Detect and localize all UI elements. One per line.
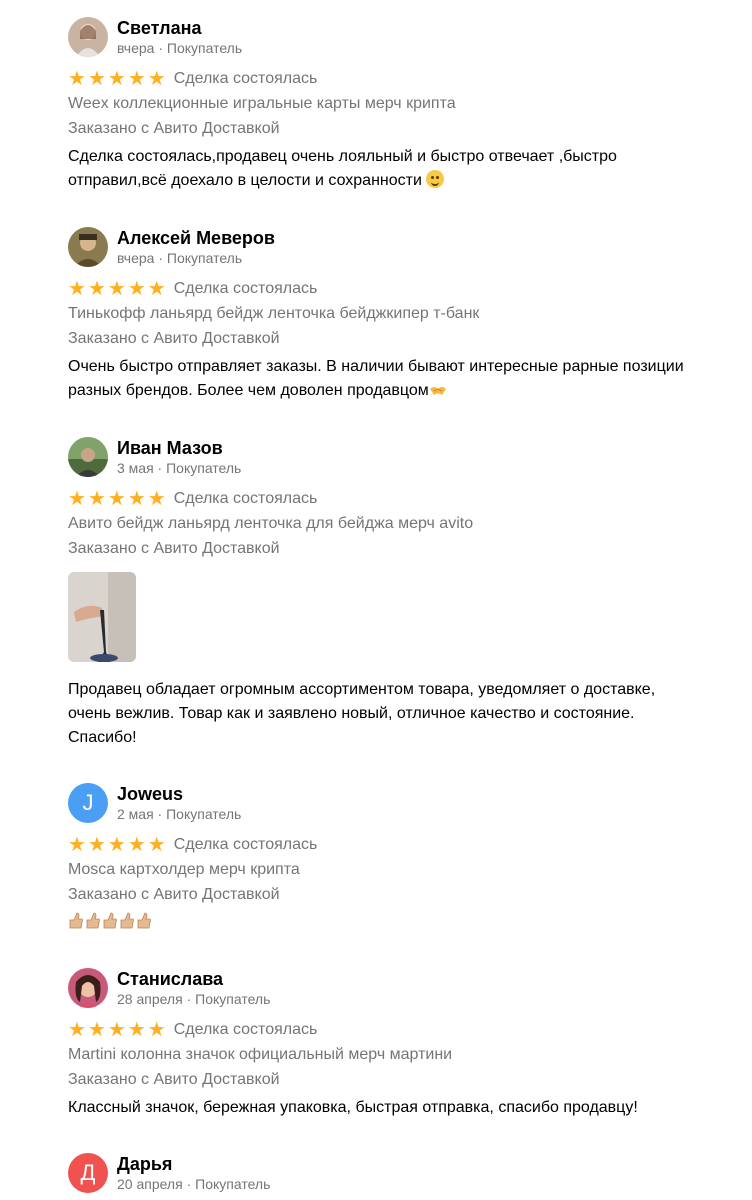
deal-status: Сделка состоялась: [173, 490, 318, 507]
star-icon: ★: [68, 834, 86, 856]
delivery-note: Заказано с Авито Доставкой: [68, 1071, 280, 1088]
item-title[interactable]: Martini колонна значок официальный мерч …: [68, 1045, 452, 1065]
review-card: Светлана вчера · Покупатель ★ ★ ★ ★ ★ Сделка…: [68, 17, 722, 197]
item-title[interactable]: Авито бейдж ланьярд ленточка для бейджа …: [68, 514, 473, 534]
review-text-line: разных брендов. Более чем доволен продав…: [68, 379, 684, 403]
star-icon: ★: [127, 68, 146, 90]
review-text-line: Сделка состоялась,продавец очень лояльны…: [68, 148, 617, 165]
star-icon: ★: [147, 68, 166, 90]
delivery-note: Заказано с Авито Доставкой: [68, 330, 280, 347]
review-text-line: Продавец обладает огромным ассортиментом…: [68, 681, 656, 698]
review-meta: 3 мая · Покупатель: [117, 460, 242, 476]
star-icon: ★: [107, 1019, 126, 1041]
star-icon: ★: [127, 834, 146, 856]
item-title[interactable]: Тинькофф ланьярд бейдж ленточка бейджкип…: [68, 304, 479, 324]
review-meta: 28 апреля · Покупатель: [117, 991, 271, 1007]
avatar-letter: J: [82, 790, 94, 815]
deal-status: Сделка состоялась: [173, 1021, 318, 1038]
thumbs-up-emoji-icon: [120, 912, 134, 929]
review-text: [68, 911, 153, 935]
rating-stars: ★ ★ ★ ★ ★ Сделка состоялась: [68, 835, 317, 855]
star-icon: ★: [68, 278, 86, 300]
smiling-face-emoji-icon: [426, 170, 445, 188]
review-photo[interactable]: [68, 572, 136, 662]
star-icon: ★: [127, 278, 146, 300]
rating-stars: ★ ★ ★ ★ ★ Сделка состоялась: [68, 1020, 317, 1040]
reviewer-name[interactable]: Иван Мазов: [117, 437, 223, 459]
thumbs-up-emoji-icon: [103, 912, 117, 929]
star-icon: ★: [87, 834, 106, 856]
thumbs-up-emoji-icon: [86, 912, 100, 929]
review-text-line: очень вежлив. Товар как и заявлено новый…: [68, 705, 635, 722]
delivery-note: Заказано с Авито Доставкой: [68, 540, 280, 557]
review-text: Сделка состоялась,продавец очень лояльны…: [68, 145, 617, 193]
handshake-emoji-icon: [429, 387, 446, 395]
star-icon: ★: [147, 278, 166, 300]
deal-status: Сделка состоялась: [173, 836, 318, 853]
review-meta: вчера · Покупатель: [117, 250, 243, 266]
deal-status: Сделка состоялась: [173, 280, 318, 297]
star-icon: ★: [127, 1019, 146, 1041]
review-card: Д Дарья 20 апреля · Покупатель: [68, 1153, 722, 1200]
review-text-line: Классный значок, бережная упаковка, быст…: [68, 1099, 638, 1116]
star-icon: ★: [147, 834, 166, 856]
reviewer-name[interactable]: Joweus: [117, 783, 183, 805]
star-icon: ★: [107, 834, 126, 856]
item-title[interactable]: Weex коллекционные игральные карты мерч …: [68, 94, 456, 114]
deal-status: Сделка состоялась: [173, 70, 318, 87]
star-icon: ★: [147, 488, 166, 510]
star-icon: ★: [87, 68, 106, 90]
review-text: Очень быстро отправляет заказы. В наличи…: [68, 355, 684, 403]
review-card: Алексей Меверов вчера · Покупатель ★ ★ ★ ★ ★…: [68, 227, 722, 407]
thumbs-up-emoji-icon: [69, 912, 83, 929]
delivery-note: Заказано с Авито Доставкой: [68, 120, 280, 137]
user-avatar[interactable]: [68, 437, 108, 477]
delivery-note: Заказано с Авито Доставкой: [68, 886, 280, 903]
review-text: Классный значок, бережная упаковка, быст…: [68, 1096, 638, 1120]
thumbs-up-emoji-icon: [137, 912, 151, 929]
review-text: Продавец обладает огромным ассортиментом…: [68, 678, 655, 750]
star-icon: ★: [107, 68, 126, 90]
star-icon: ★: [68, 68, 86, 90]
review-meta: 20 апреля · Покупатель: [117, 1176, 271, 1192]
review-meta: 2 мая · Покупатель: [117, 806, 242, 822]
review-meta: вчера · Покупатель: [117, 40, 243, 56]
user-avatar[interactable]: [68, 17, 108, 57]
reviewer-name[interactable]: Дарья: [117, 1153, 172, 1175]
reviewer-name[interactable]: Светлана: [117, 17, 202, 39]
reviewer-name[interactable]: Станислава: [117, 968, 223, 990]
thumbs-up-row: [68, 911, 153, 935]
star-icon: ★: [87, 1019, 106, 1041]
review-card: Станислава 28 апреля · Покупатель ★ ★ ★ ★ ★ …: [68, 968, 722, 1128]
item-title[interactable]: Mosca картхолдер мерч крипта: [68, 860, 300, 880]
star-icon: ★: [107, 278, 126, 300]
star-icon: ★: [68, 488, 86, 510]
user-avatar[interactable]: [68, 227, 108, 267]
user-avatar[interactable]: [68, 968, 108, 1008]
review-card: Иван Мазов 3 мая · Покупатель ★ ★ ★ ★ ★ Сдел…: [68, 437, 722, 757]
star-icon: ★: [87, 488, 106, 510]
star-icon: ★: [107, 488, 126, 510]
review-text-line: Очень быстро отправляет заказы. В наличи…: [68, 358, 684, 375]
review-text-line: Спасибо!: [68, 729, 137, 746]
reviewer-name[interactable]: Алексей Меверов: [117, 227, 275, 249]
star-icon: ★: [147, 1019, 166, 1041]
user-avatar[interactable]: J: [68, 783, 108, 823]
review-text-line: отправил,всё доехало в целости и сохранн…: [68, 169, 617, 193]
user-avatar[interactable]: Д: [68, 1153, 108, 1193]
star-icon: ★: [87, 278, 106, 300]
star-icon: ★: [68, 1019, 86, 1041]
star-icon: ★: [127, 488, 146, 510]
avatar-letter: Д: [80, 1160, 96, 1185]
rating-stars: ★ ★ ★ ★ ★ Сделка состоялась: [68, 489, 317, 509]
review-card: J Joweus 2 мая · Покупатель ★ ★ ★ ★ ★ Сделка…: [68, 783, 722, 943]
rating-stars: ★ ★ ★ ★ ★ Сделка состоялась: [68, 279, 317, 299]
rating-stars: ★ ★ ★ ★ ★ Сделка состоялась: [68, 69, 317, 89]
